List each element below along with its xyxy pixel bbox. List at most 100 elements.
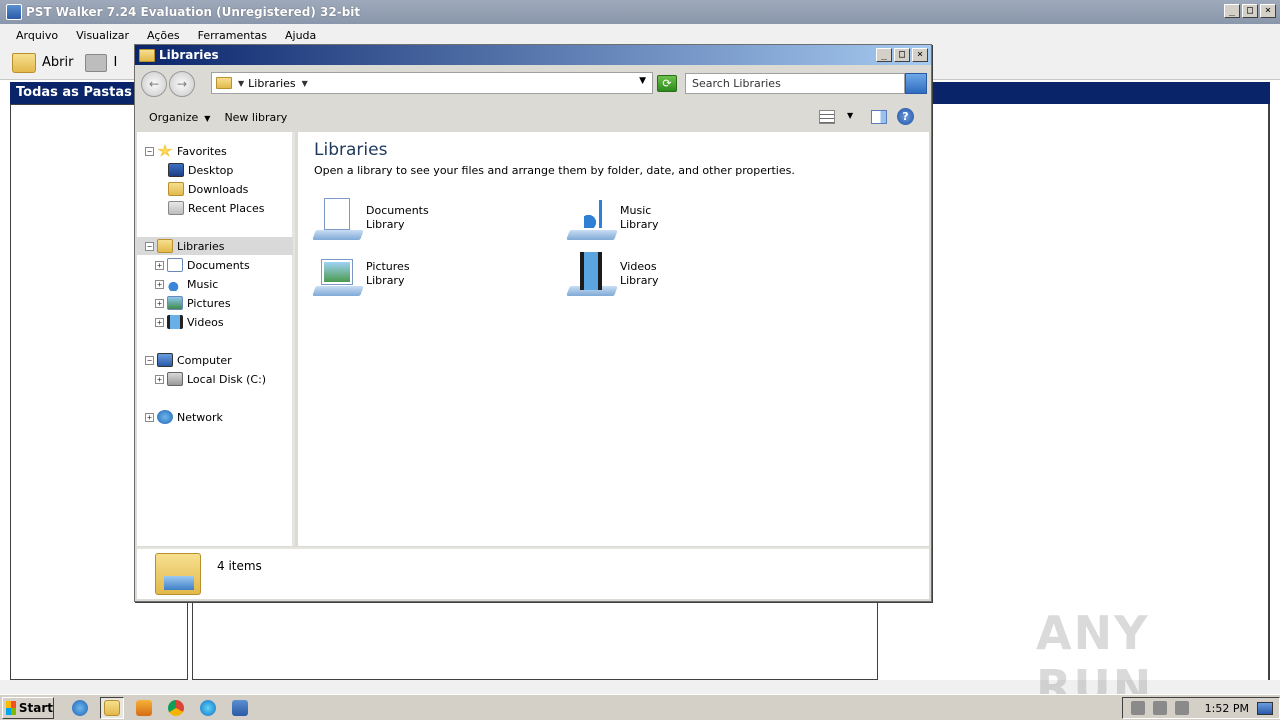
- libraries-explorer-window: Libraries _ □ × ← → ▼ Libraries ▼ ▼ ⟳ Se…: [134, 44, 932, 602]
- pst-walker-taskbar-icon[interactable]: [228, 697, 252, 719]
- tree-label: Local Disk (C:): [187, 372, 267, 386]
- library-type: Library: [620, 218, 659, 231]
- computer-icon: [157, 353, 173, 367]
- music-note-icon: [167, 277, 183, 291]
- tree-item-recent-places[interactable]: Recent Places: [165, 199, 265, 217]
- print-button-label: I: [113, 55, 118, 70]
- organize-button[interactable]: Organize ▼: [149, 111, 210, 124]
- tree-label: Favorites: [177, 144, 227, 158]
- explorer-titlebar[interactable]: Libraries _ □ ×: [135, 45, 931, 65]
- help-icon[interactable]: ?: [897, 108, 914, 125]
- expand-icon[interactable]: +: [155, 260, 164, 270]
- search-input[interactable]: Search Libraries: [685, 73, 905, 94]
- refresh-icon: ⟳: [662, 77, 672, 90]
- favorites-star-icon: [157, 144, 173, 157]
- tree-item-music[interactable]: + Music: [155, 275, 218, 293]
- forward-button[interactable]: →: [169, 71, 195, 97]
- explorer-maximize-button[interactable]: □: [894, 48, 910, 62]
- preview-pane-icon[interactable]: [871, 110, 887, 124]
- explorer-title: Libraries: [159, 48, 219, 62]
- address-history-dropdown-icon[interactable]: ▼: [639, 76, 646, 86]
- explorer-minimize-button[interactable]: _: [876, 48, 892, 62]
- library-item-pictures[interactable]: Pictures Library: [312, 250, 410, 298]
- tree-item-computer[interactable]: − Computer: [145, 351, 232, 369]
- menu-arquivo[interactable]: Arquivo: [16, 29, 58, 42]
- collapse-icon[interactable]: −: [145, 146, 154, 156]
- pst-walker-title: PST Walker 7.24 Evaluation (Unregistered…: [26, 5, 361, 19]
- collapse-icon[interactable]: −: [145, 355, 154, 365]
- network-tray-icon[interactable]: [1153, 701, 1167, 715]
- pst-maximize-button[interactable]: □: [1242, 4, 1258, 18]
- expand-icon[interactable]: +: [155, 374, 164, 384]
- new-library-button[interactable]: New library: [224, 111, 287, 124]
- tree-item-pictures[interactable]: + Pictures: [155, 294, 231, 312]
- expand-icon[interactable]: +: [155, 298, 164, 308]
- library-item-videos[interactable]: Videos Library: [566, 250, 658, 298]
- breadcrumb-libraries[interactable]: Libraries: [248, 77, 296, 90]
- search-icon[interactable]: [905, 73, 927, 94]
- system-tray: 1:52 PM: [1122, 697, 1280, 719]
- content-pane[interactable]: Libraries Open a library to see your fil…: [298, 132, 929, 546]
- libraries-large-icon: [155, 553, 201, 595]
- pst-minimize-button[interactable]: _: [1224, 4, 1240, 18]
- library-name: Pictures: [366, 260, 410, 273]
- tree-item-downloads[interactable]: Downloads: [165, 180, 248, 198]
- start-button[interactable]: Start: [2, 696, 54, 719]
- show-desktop-icon[interactable]: [1257, 702, 1273, 715]
- library-type: Library: [366, 218, 405, 231]
- address-bar[interactable]: ▼ Libraries ▼ ▼: [211, 72, 653, 94]
- downloads-folder-icon: [168, 182, 184, 196]
- chevron-down-icon: ▼: [204, 113, 211, 123]
- desktop-icon: [168, 163, 184, 177]
- tree-label: Recent Places: [188, 201, 265, 215]
- print-button[interactable]: I: [85, 53, 118, 72]
- music-library-icon: [566, 194, 618, 242]
- expand-icon[interactable]: +: [155, 317, 164, 327]
- tree-item-favorites[interactable]: − Favorites: [145, 142, 227, 160]
- tree-label: Libraries: [177, 239, 225, 253]
- printer-icon: [85, 53, 108, 72]
- open-button-label: Abrir: [42, 55, 74, 70]
- menu-acoes[interactable]: Ações: [147, 29, 180, 42]
- back-button[interactable]: ←: [141, 71, 167, 97]
- windows-explorer-icon[interactable]: [100, 696, 124, 719]
- message-list-pane[interactable]: [192, 598, 878, 680]
- tree-item-network[interactable]: + Network: [145, 408, 223, 426]
- open-button[interactable]: Abrir: [12, 52, 74, 73]
- content-description: Open a library to see your files and arr…: [314, 164, 795, 177]
- tree-item-libraries[interactable]: − Libraries: [137, 237, 293, 255]
- pst-close-button[interactable]: ×: [1260, 4, 1276, 18]
- library-item-documents[interactable]: Documents Library: [312, 194, 429, 242]
- explorer-close-button[interactable]: ×: [912, 48, 928, 62]
- breadcrumb-chevron-icon[interactable]: ▼: [302, 79, 308, 88]
- tree-item-videos[interactable]: + Videos: [155, 313, 224, 331]
- refresh-button[interactable]: ⟳: [657, 75, 677, 92]
- breadcrumb-chevron-icon[interactable]: ▼: [238, 79, 244, 88]
- tree-item-desktop[interactable]: Desktop: [165, 161, 233, 179]
- back-arrow-icon: ←: [148, 77, 160, 91]
- clock[interactable]: 1:52 PM: [1205, 702, 1249, 715]
- menu-visualizar[interactable]: Visualizar: [76, 29, 129, 42]
- menu-ajuda[interactable]: Ajuda: [285, 29, 316, 42]
- documents-library-icon: [312, 194, 364, 242]
- action-center-flag-icon[interactable]: [1175, 701, 1189, 715]
- internet-explorer-icon[interactable]: [68, 697, 92, 719]
- view-options-chevron-icon[interactable]: ▼: [847, 111, 853, 120]
- windows-logo-icon: [6, 700, 16, 715]
- expand-icon[interactable]: +: [155, 279, 164, 289]
- expand-icon[interactable]: +: [145, 412, 154, 422]
- tree-item-documents[interactable]: + Documents: [155, 256, 250, 274]
- library-item-music[interactable]: Music Library: [566, 194, 659, 242]
- edge-icon[interactable]: [196, 697, 220, 719]
- media-player-icon[interactable]: [132, 697, 156, 719]
- volume-icon[interactable]: [1131, 701, 1145, 715]
- collapse-icon[interactable]: −: [145, 241, 154, 251]
- tree-label: Pictures: [187, 296, 231, 310]
- menu-ferramentas[interactable]: Ferramentas: [198, 29, 267, 42]
- chrome-icon[interactable]: [164, 697, 188, 719]
- pst-walker-app-icon: [6, 4, 22, 20]
- change-view-icon[interactable]: [819, 110, 835, 124]
- tree-item-local-disk[interactable]: + Local Disk (C:): [155, 370, 266, 388]
- tree-label: Desktop: [188, 163, 234, 177]
- videos-film-icon: [167, 315, 183, 329]
